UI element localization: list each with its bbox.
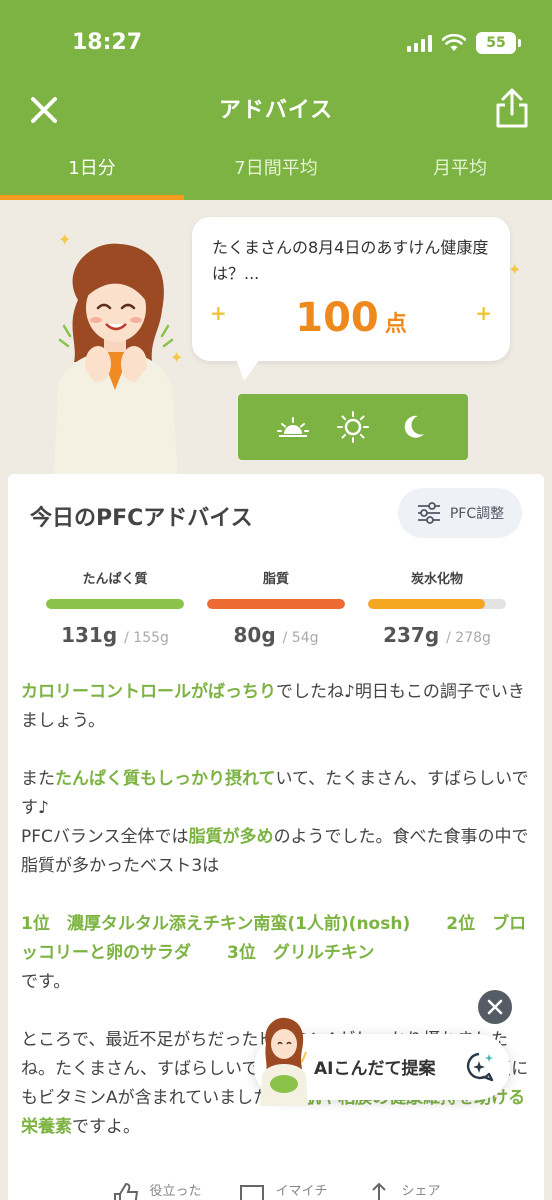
- sliders-icon: [417, 502, 440, 524]
- period-tabs: 1日分 7日間平均 月平均: [0, 142, 552, 200]
- advice-sentence: PFCバランス全体では: [21, 827, 189, 847]
- macro-value: 80g: [233, 623, 276, 647]
- status-bar: 18:27 55: [0, 0, 552, 82]
- macro-label: 脂質: [262, 572, 289, 587]
- tab-daily[interactable]: 1日分: [0, 142, 184, 200]
- advice-highlight: 脂質が多め: [188, 827, 274, 847]
- status-icons: 55: [407, 32, 521, 54]
- helpful-label: 役立った: [149, 1184, 202, 1199]
- close-icon: [487, 999, 503, 1015]
- tab-monthly-average[interactable]: 月平均: [368, 142, 552, 200]
- macro-goal: / 155g: [124, 630, 169, 646]
- helpful-button[interactable]: 役立った: [111, 1180, 201, 1200]
- macro-progress-bar: [46, 599, 184, 609]
- ai-menu-suggestion-button[interactable]: AIこんだて提案: [254, 1017, 510, 1106]
- macro-summary: たんぱく質 131g / 155g 脂質 80g / 54g 炭水化物 237g…: [46, 568, 506, 647]
- macro-values: 131g / 155g: [46, 623, 184, 647]
- advisor-avatar: [260, 1017, 308, 1106]
- health-score-unit: 点: [384, 312, 407, 337]
- pfc-adjust-label: PFC調整: [449, 506, 505, 522]
- score-speech-bubble: たくまさんの8月4日のあすけん健康度は？... + + 100 点: [192, 217, 510, 381]
- macro-goal: / 278g: [446, 630, 491, 646]
- macro-progress-bar: [368, 599, 506, 609]
- pfc-advice-title: 今日のPFCアドバイス: [30, 506, 253, 531]
- advice-sentence: ですよ。: [72, 1117, 140, 1137]
- thumbs-up-icon: [114, 1182, 139, 1200]
- macro-values: 237g / 278g: [368, 623, 506, 647]
- advice-paragraph: またたんぱく質もしっかり摂れていて、たくまさん、すばらしいです♪ PFCバランス全…: [21, 765, 533, 881]
- share-button[interactable]: [492, 86, 532, 130]
- fat-rank-item: 3位 グリルチキン: [227, 943, 375, 963]
- advice-highlight: カロリーコントロールがばっちり: [21, 682, 276, 702]
- health-score-value: 100: [295, 295, 379, 341]
- macro-value: 237g: [383, 623, 440, 647]
- macro-label: 炭水化物: [410, 572, 463, 587]
- macro-progress-fill: [207, 599, 345, 609]
- share-icon: [496, 88, 528, 128]
- macro-label: たんぱく質: [82, 572, 148, 587]
- battery-indicator: 55: [476, 32, 521, 54]
- wifi-icon: [442, 34, 466, 51]
- sparkle-icon: ✦: [508, 260, 522, 279]
- macro-protein: たんぱく質 131g / 155g: [46, 568, 184, 647]
- macro-value: 131g: [61, 623, 118, 647]
- not-helpful-button[interactable]: イマイチ: [237, 1180, 328, 1200]
- footer-share-button[interactable]: シェア: [364, 1180, 441, 1200]
- advice-paragraph: 1位 濃厚タルタル添えチキン南蛮(1人前)(nosh) 2位 ブロッコリーと卵のサ…: [21, 910, 533, 997]
- health-score-question: たくまさんの8月4日のあすけん健康度は？...: [212, 238, 489, 283]
- moon-icon[interactable]: [396, 410, 430, 444]
- macro-progress-fill: [46, 599, 184, 609]
- share-icon: [371, 1182, 386, 1200]
- ai-chat-sparkle-icon: [466, 1052, 494, 1082]
- advice-highlight: たんぱく質もしっかり摂れて: [55, 769, 276, 789]
- health-score: 100 点: [192, 295, 510, 341]
- not-helpful-label: イマイチ: [275, 1184, 328, 1199]
- macro-values: 80g / 54g: [207, 623, 345, 647]
- macro-progress-bar: [207, 599, 345, 609]
- feedback-bar: 役立った イマイチ シェア: [0, 1180, 552, 1200]
- app-header: アドバイス: [0, 82, 552, 142]
- advice-paragraph: カロリーコントロールがばっちりでしたね♪明日もこの調子でいきましょう。: [21, 678, 533, 736]
- ai-button-label: AIこんだて提案: [314, 1059, 436, 1079]
- ai-dismiss-button[interactable]: [478, 990, 512, 1024]
- advisor-character-illustration: [54, 243, 178, 476]
- pfc-adjust-button[interactable]: PFC調整: [398, 488, 522, 538]
- macro-progress-fill: [368, 599, 486, 609]
- sunrise-icon[interactable]: [276, 410, 310, 444]
- signal-icon: [407, 34, 432, 52]
- macro-carbs: 炭水化物 237g / 278g: [368, 568, 506, 647]
- page-title: アドバイス: [218, 98, 334, 123]
- feedback-icon: [240, 1185, 265, 1200]
- sun-icon[interactable]: [336, 410, 370, 444]
- macro-fat: 脂質 80g / 54g: [207, 568, 345, 647]
- status-time: 18:27: [72, 30, 143, 55]
- advice-sentence: です。: [21, 972, 71, 992]
- tab-7day-average[interactable]: 7日間平均: [184, 142, 368, 200]
- advice-sentence: また: [21, 769, 55, 789]
- fat-rank-item: 1位 濃厚タルタル添えチキン南蛮(1人前)(nosh): [21, 914, 411, 934]
- footer-share-label: シェア: [401, 1184, 441, 1199]
- macro-goal: / 54g: [282, 630, 319, 646]
- meal-time-selector: [238, 394, 468, 460]
